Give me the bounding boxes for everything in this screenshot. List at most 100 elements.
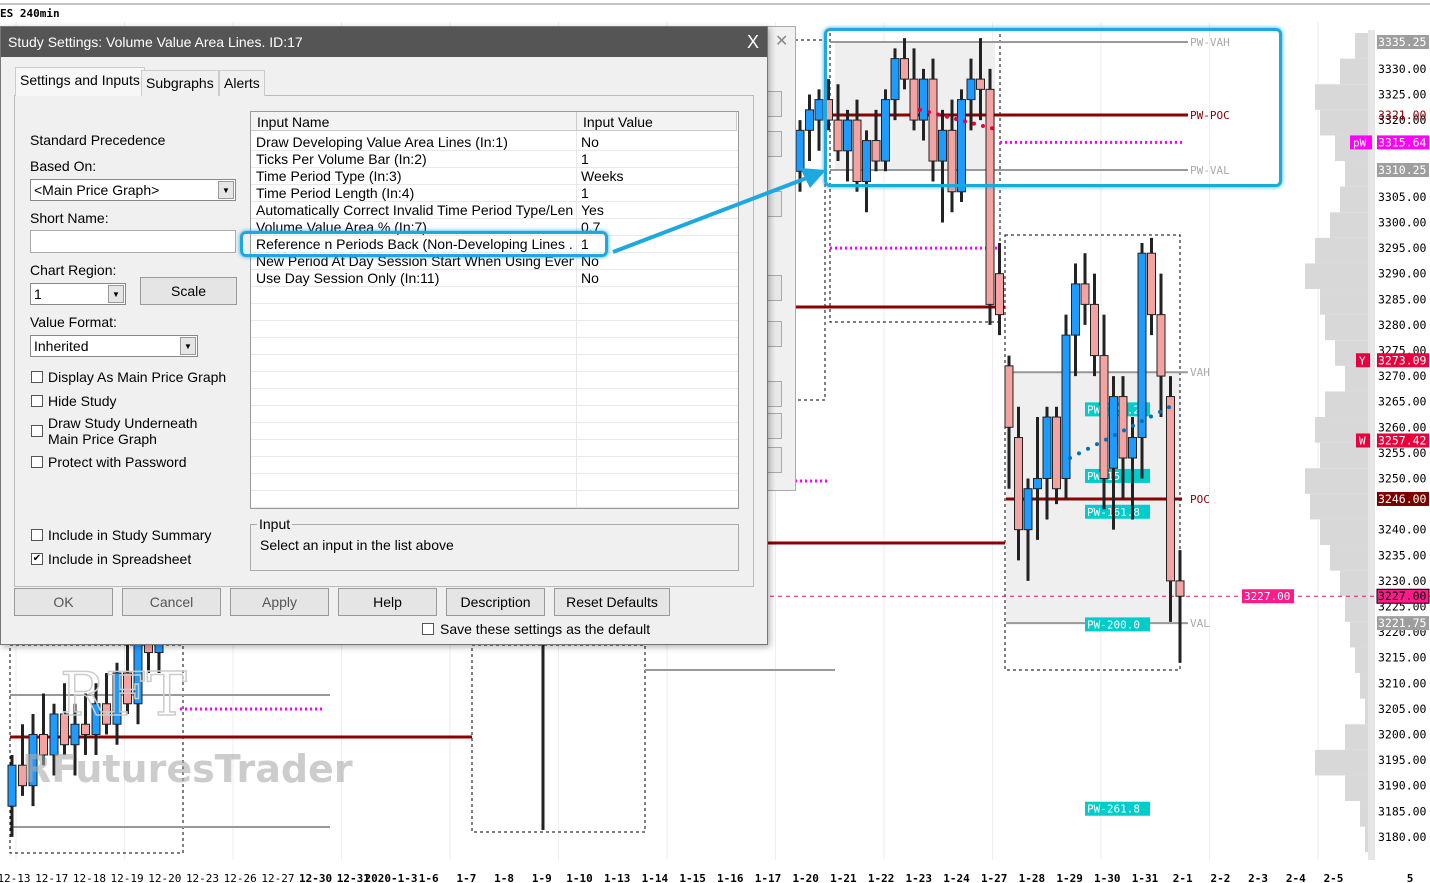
input-name: Use Day Session Only (In:11) bbox=[256, 270, 440, 286]
help-button[interactable]: Help bbox=[338, 588, 437, 616]
price-axis-label: 3295.00 bbox=[1378, 241, 1427, 255]
date-axis-label: 1-23 bbox=[906, 872, 933, 883]
date-axis-label: 2-3 bbox=[1248, 872, 1268, 883]
tab-alerts[interactable]: Alerts bbox=[219, 70, 265, 96]
price-marker: 3310.25 bbox=[1378, 163, 1426, 177]
input-name: Automatically Correct Invalid Time Perio… bbox=[256, 202, 574, 218]
based-on-label: Based On: bbox=[30, 158, 97, 174]
poc-label: POC bbox=[1190, 493, 1210, 506]
description-button[interactable]: Description bbox=[446, 588, 545, 616]
date-axis-label: 1-13 bbox=[604, 872, 631, 883]
date-axis-label: 12-19 bbox=[111, 872, 144, 883]
developing-dot bbox=[1158, 409, 1162, 414]
candle-up bbox=[805, 109, 814, 131]
based-on-value: <Main Price Graph> bbox=[34, 182, 160, 198]
apply-button[interactable]: Apply bbox=[230, 588, 329, 616]
input-value[interactable]: 1 bbox=[581, 185, 589, 202]
volume-profile-bar bbox=[1320, 289, 1375, 315]
date-axis-label: 12-27 bbox=[261, 872, 294, 883]
input-value[interactable]: Weeks bbox=[581, 168, 624, 185]
date-axis-label: 12-17 bbox=[35, 872, 68, 883]
date-axis-label: 1-16 bbox=[717, 872, 744, 883]
volume-profile-bar bbox=[1315, 749, 1375, 776]
background-button[interactable] bbox=[767, 275, 782, 301]
price-marker: 3273.09 bbox=[1378, 353, 1427, 367]
display-as-main-price-graph-checkbox[interactable] bbox=[31, 371, 43, 383]
input-group-label: Input bbox=[257, 516, 293, 532]
price-tag: Y bbox=[1359, 354, 1366, 367]
date-axis-label: 1-24 bbox=[943, 872, 970, 883]
draw-study-underneath-checkbox[interactable] bbox=[31, 425, 43, 437]
column-header-input-value[interactable]: Input Value bbox=[577, 112, 737, 131]
price-marker: 3227.00 bbox=[1378, 589, 1427, 603]
short-name-input[interactable] bbox=[30, 230, 236, 253]
developing-dot bbox=[1077, 451, 1081, 456]
close-icon[interactable]: X bbox=[747, 27, 759, 57]
price-marker: 3321.00 bbox=[1378, 108, 1427, 122]
tab-subgraphs[interactable]: Subgraphs bbox=[141, 70, 219, 96]
ok-button[interactable]: OK bbox=[14, 588, 113, 616]
include-in-spreadsheet-checkbox[interactable]: ✔ bbox=[31, 553, 43, 565]
price-marker: 3335.25 bbox=[1378, 35, 1426, 49]
input-name: Draw Developing Value Area Lines (In:1) bbox=[256, 134, 508, 150]
tab-settings-and-inputs[interactable]: Settings and Inputs bbox=[15, 67, 145, 96]
background-button[interactable] bbox=[767, 381, 782, 407]
input-row[interactable]: Draw Developing Value Area Lines (In:1) N… bbox=[251, 134, 738, 151]
candle-up bbox=[814, 99, 824, 121]
close-icon[interactable]: ✕ bbox=[775, 31, 788, 51]
candle-up bbox=[1033, 477, 1042, 490]
input-value[interactable]: No bbox=[581, 270, 599, 287]
date-axis-label: 1-14 bbox=[642, 872, 669, 883]
input-row[interactable]: Time Period Length (In:4) 1 bbox=[251, 185, 738, 202]
cancel-button[interactable]: Cancel bbox=[122, 588, 221, 616]
date-axis-label: 1-6 bbox=[419, 872, 439, 883]
chevron-down-icon[interactable]: ▼ bbox=[218, 181, 234, 199]
candle-down bbox=[1080, 283, 1090, 305]
background-button[interactable] bbox=[767, 413, 782, 439]
fib-label: PW-261.8 bbox=[1087, 803, 1140, 816]
price-axis-label: 3215.00 bbox=[1378, 651, 1427, 665]
volume-profile-bar bbox=[1320, 519, 1375, 546]
dialog-titlebar[interactable]: Study Settings: Volume Value Area Lines.… bbox=[1, 27, 767, 57]
date-axis-label: 2-5 bbox=[1324, 872, 1344, 883]
value-format-select[interactable]: Inherited ▼ bbox=[30, 335, 198, 357]
background-button[interactable] bbox=[767, 321, 782, 347]
background-button[interactable] bbox=[767, 91, 782, 117]
chart-region-select[interactable]: 1 ▼ bbox=[30, 283, 126, 305]
developing-dot bbox=[1131, 423, 1135, 428]
input-value[interactable]: Yes bbox=[581, 202, 604, 219]
chevron-down-icon[interactable]: ▼ bbox=[108, 285, 124, 303]
column-header-input-name[interactable]: Input Name bbox=[251, 112, 577, 131]
input-row[interactable]: Use Day Session Only (In:11) No bbox=[251, 270, 738, 287]
background-button[interactable] bbox=[767, 447, 782, 473]
reset-defaults-button[interactable]: Reset Defaults bbox=[554, 588, 670, 616]
input-value[interactable]: No bbox=[581, 134, 599, 151]
date-axis-label: 12-26 bbox=[224, 872, 257, 883]
last-price-label: 3227.00 bbox=[1244, 590, 1290, 603]
background-button[interactable] bbox=[767, 191, 782, 217]
empty-row bbox=[251, 389, 738, 406]
save-default-checkbox[interactable] bbox=[422, 623, 434, 635]
hide-study-checkbox[interactable] bbox=[31, 395, 43, 407]
empty-row bbox=[251, 321, 738, 338]
based-on-select[interactable]: <Main Price Graph> ▼ bbox=[30, 179, 236, 201]
input-row[interactable]: Ticks Per Volume Bar (In:2) 1 bbox=[251, 151, 738, 168]
date-axis-label: 5 bbox=[1407, 872, 1414, 883]
price-axis-label: 3300.00 bbox=[1378, 215, 1427, 229]
price-axis-label: 3305.00 bbox=[1378, 190, 1427, 204]
val-label: VAL bbox=[1190, 617, 1210, 630]
developing-dot bbox=[1122, 428, 1126, 433]
price-tag: pW bbox=[1353, 136, 1367, 149]
scale-button[interactable]: Scale bbox=[140, 277, 237, 305]
input-value[interactable]: 1 bbox=[581, 151, 589, 168]
value-format-label: Value Format: bbox=[30, 314, 117, 330]
background-button[interactable] bbox=[767, 131, 782, 157]
input-row[interactable]: Time Period Type (In:3) Weeks bbox=[251, 168, 738, 185]
price-axis-label: 3195.00 bbox=[1378, 753, 1427, 767]
input-row[interactable]: Automatically Correct Invalid Time Perio… bbox=[251, 202, 738, 219]
chevron-down-icon[interactable]: ▼ bbox=[180, 337, 196, 355]
include-in-study-summary-checkbox[interactable] bbox=[31, 529, 43, 541]
protect-with-password-checkbox[interactable] bbox=[31, 456, 43, 468]
candle-down bbox=[1014, 437, 1023, 531]
price-marker: 3221.75 bbox=[1378, 616, 1426, 630]
